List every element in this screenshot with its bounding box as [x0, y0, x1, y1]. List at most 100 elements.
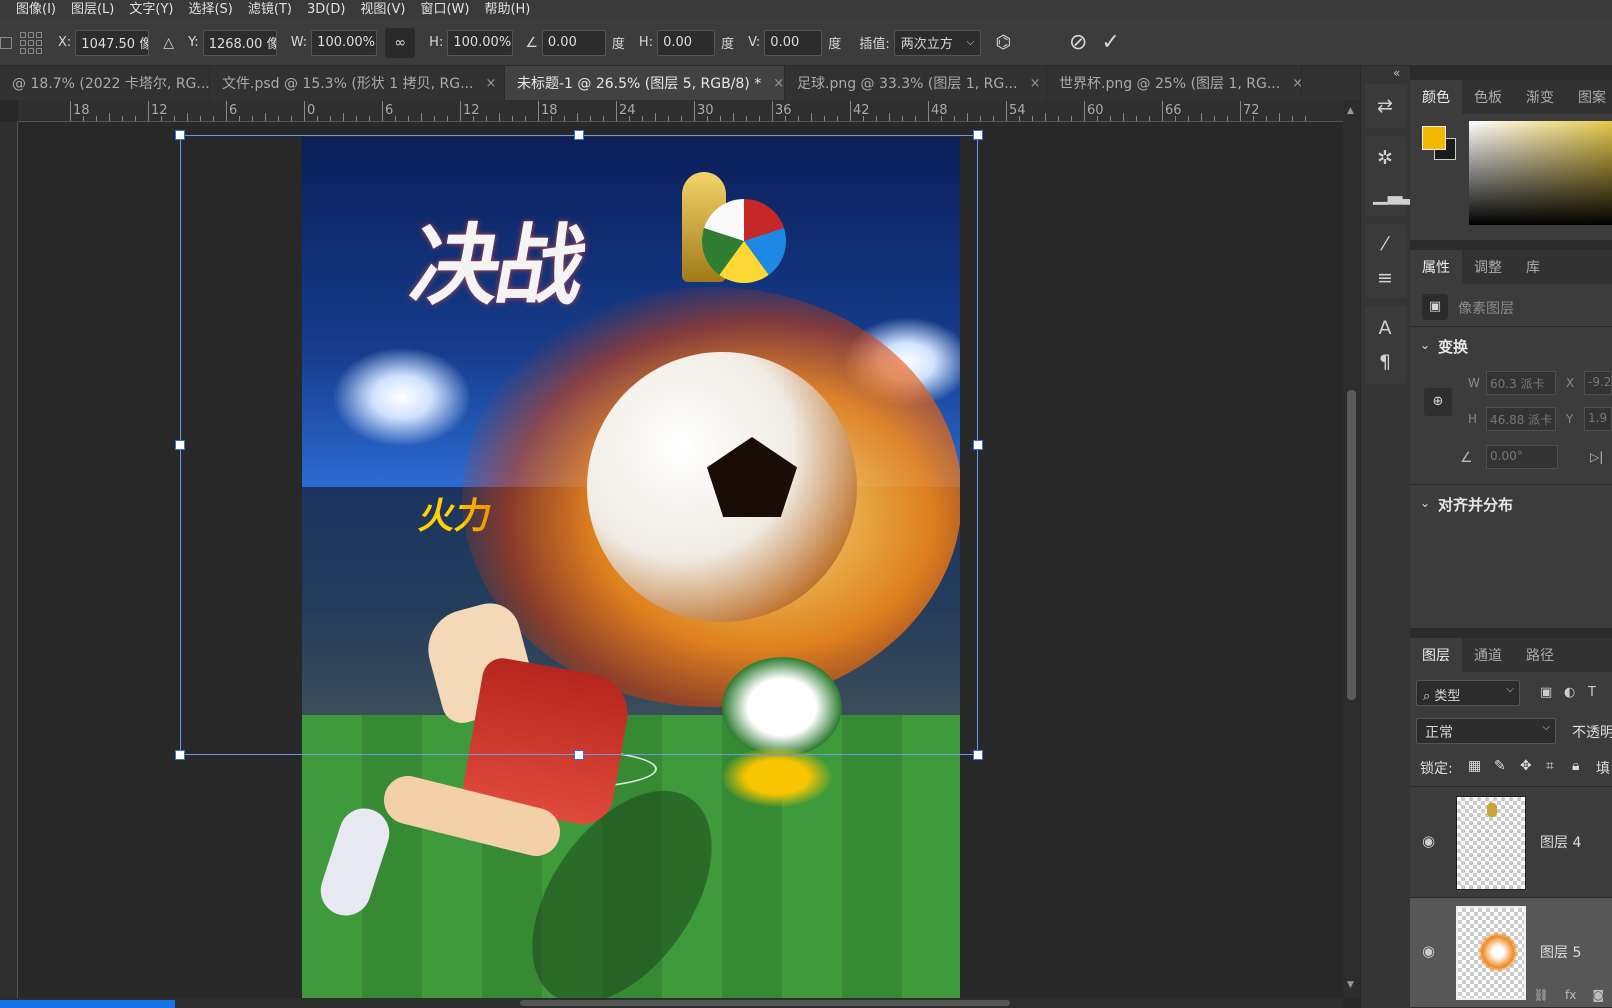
tab-color[interactable]: 颜色	[1410, 80, 1462, 114]
align-collapse-icon[interactable]: ⌄	[1420, 496, 1430, 510]
handle-bottom-right[interactable]	[973, 750, 983, 760]
transform-section-title[interactable]: 变换	[1438, 336, 1468, 357]
paragraph-icon[interactable]: ¶	[1373, 350, 1397, 374]
blend-mode-dropdown[interactable]: 正常 ⌵	[1416, 718, 1556, 744]
menu-select[interactable]: 选择(S)	[188, 3, 232, 17]
prop-x-input[interactable]: -9.2	[1584, 371, 1612, 395]
layer-name[interactable]: 图层 4	[1540, 832, 1581, 852]
close-icon[interactable]: ×	[773, 76, 784, 91]
handle-top-left[interactable]	[175, 130, 185, 140]
align-section-title[interactable]: 对齐并分布	[1438, 494, 1513, 515]
vertical-scrollbar[interactable]: ▲ ▼	[1343, 100, 1360, 998]
prop-width-input[interactable]: 60.3 派卡	[1486, 371, 1556, 395]
tab-layers[interactable]: 图层	[1410, 638, 1462, 672]
handle-middle-left[interactable]	[175, 440, 185, 450]
handle-top-right[interactable]	[973, 130, 983, 140]
history-icon[interactable]: ⇄	[1373, 94, 1397, 118]
histogram-icon[interactable]: ▁▃▂	[1373, 182, 1417, 206]
brush-settings-icon[interactable]: ≡	[1373, 266, 1397, 290]
horizontal-ruler[interactable]: 18 12 6 0 6 12 18 24 30 36 42 48 54 60 66 72	[18, 100, 1343, 122]
tab-document-5[interactable]: 世界杯.png @ 25% (图层 1, RG... ×	[1047, 66, 1302, 100]
menu-help[interactable]: 帮助(H)	[484, 3, 530, 17]
close-icon[interactable]: ×	[1292, 76, 1301, 91]
tab-gradients[interactable]: 渐变	[1514, 80, 1566, 114]
menu-layer[interactable]: 图层(L)	[71, 3, 114, 17]
eye-icon[interactable]: ◉	[1422, 942, 1435, 960]
menu-view[interactable]: 视图(V)	[360, 3, 405, 17]
flip-horizontal-icon[interactable]: ▷|	[1590, 450, 1603, 464]
prop-height-input[interactable]: 46.88 派卡	[1486, 407, 1556, 431]
checkbox-icon[interactable]	[0, 36, 12, 49]
lock-all-icon[interactable]: 🔒︎	[1572, 758, 1579, 774]
commit-transform-icon[interactable]: ✓	[1101, 30, 1119, 55]
prop-angle-input[interactable]: 0.00°	[1486, 445, 1558, 469]
cancel-transform-icon[interactable]: ⊘	[1069, 30, 1087, 55]
horizontal-scrollbar[interactable]	[0, 998, 1343, 1008]
menu-window[interactable]: 窗口(W)	[420, 3, 469, 17]
x-position-input[interactable]: 1047.50 像	[75, 29, 150, 56]
height-input[interactable]: 100.00%	[447, 29, 514, 56]
width-input[interactable]: 100.00%	[311, 29, 378, 56]
warp-icon[interactable]: ⌬	[995, 32, 1011, 53]
horizontal-scroll-thumb[interactable]	[520, 1000, 1010, 1006]
tab-paths[interactable]: 路径	[1514, 638, 1566, 672]
filter-image-icon[interactable]: ▣	[1540, 685, 1552, 700]
reference-point-icon[interactable]	[20, 31, 44, 55]
collapse-panels-icon[interactable]: «	[1393, 66, 1400, 80]
interpolation-dropdown[interactable]: 两次立方 ⌵	[893, 29, 982, 56]
handle-middle-right[interactable]	[973, 440, 983, 450]
prop-y-input[interactable]: 1.9	[1584, 407, 1612, 431]
menu-type[interactable]: 文字(Y)	[129, 3, 173, 17]
color-field[interactable]	[1469, 121, 1612, 225]
link-layers-icon[interactable]: ⛓	[1534, 988, 1549, 1008]
fx-icon[interactable]: fx	[1565, 988, 1576, 1008]
vertical-skew-input[interactable]: 0.00	[764, 29, 823, 56]
brushes-icon[interactable]: ⁄	[1373, 232, 1397, 256]
handle-top-center[interactable]	[574, 130, 584, 140]
link-dimensions-icon[interactable]: ⊕	[1424, 388, 1452, 416]
tab-properties[interactable]: 属性	[1410, 250, 1462, 284]
vertical-ruler[interactable]	[0, 122, 18, 1008]
handle-bottom-left[interactable]	[175, 750, 185, 760]
lock-position-icon[interactable]: ✥	[1520, 758, 1532, 774]
filter-adjustment-icon[interactable]: ◐	[1564, 685, 1575, 700]
close-icon[interactable]: ×	[485, 76, 496, 91]
handle-bottom-center[interactable]	[574, 750, 584, 760]
lock-image-icon[interactable]: ✎	[1494, 758, 1506, 774]
rotate-angle-input[interactable]: 0.00	[541, 29, 606, 56]
tab-channels[interactable]: 通道	[1462, 638, 1514, 672]
menu-image[interactable]: 图像(I)	[16, 3, 56, 17]
mask-icon[interactable]: ◙	[1592, 988, 1604, 1008]
tab-document-2[interactable]: 文件.psd @ 15.3% (形状 1 拷贝, RG... ×	[210, 66, 505, 100]
eye-icon[interactable]: ◉	[1422, 832, 1435, 850]
tab-swatches[interactable]: 色板	[1462, 80, 1514, 114]
tab-patterns[interactable]: 图案	[1566, 80, 1612, 114]
lock-artboard-icon[interactable]: ⌗	[1546, 758, 1554, 774]
link-icon[interactable]: ∞	[385, 27, 416, 58]
vertical-scroll-thumb[interactable]	[1347, 390, 1356, 700]
y-position-input[interactable]: 1268.00 像	[202, 29, 277, 56]
navigator-icon[interactable]: ✲	[1373, 146, 1397, 170]
layer-row[interactable]: ◉ 图层 4	[1410, 788, 1612, 898]
menu-3d[interactable]: 3D(D)	[307, 3, 345, 17]
canvas-area[interactable]: 决战 火力	[18, 122, 1343, 998]
layer-name[interactable]: 图层 5	[1540, 942, 1581, 962]
tab-adjustments[interactable]: 调整	[1462, 250, 1514, 284]
tab-document-1[interactable]: @ 18.7% (2022 卡塔尔, RG...×	[0, 66, 210, 100]
tab-document-4[interactable]: 足球.png @ 33.3% (图层 1, RG... ×	[785, 66, 1047, 100]
character-icon[interactable]: A	[1373, 316, 1397, 340]
delta-icon[interactable]: △	[163, 35, 174, 51]
layer-filter-dropdown[interactable]: ⌕ 类型 ⌵	[1416, 680, 1520, 706]
horizontal-skew-input[interactable]: 0.00	[657, 29, 716, 56]
tab-document-active[interactable]: 未标题-1 @ 26.5% (图层 5, RGB/8) * ×	[505, 66, 785, 100]
filter-type-icon[interactable]: T	[1588, 685, 1596, 700]
lock-transparent-icon[interactable]: ▦	[1468, 758, 1481, 774]
scroll-up-icon[interactable]: ▲	[1347, 106, 1354, 116]
transform-collapse-icon[interactable]: ⌄	[1420, 338, 1430, 352]
transform-bounding-box[interactable]	[175, 130, 983, 760]
scroll-down-icon[interactable]: ▼	[1347, 980, 1354, 990]
menu-filter[interactable]: 滤镜(T)	[248, 3, 292, 17]
tab-libraries[interactable]: 库	[1514, 250, 1552, 284]
close-icon[interactable]: ×	[1030, 76, 1041, 91]
foreground-color-swatch[interactable]	[1422, 126, 1446, 150]
